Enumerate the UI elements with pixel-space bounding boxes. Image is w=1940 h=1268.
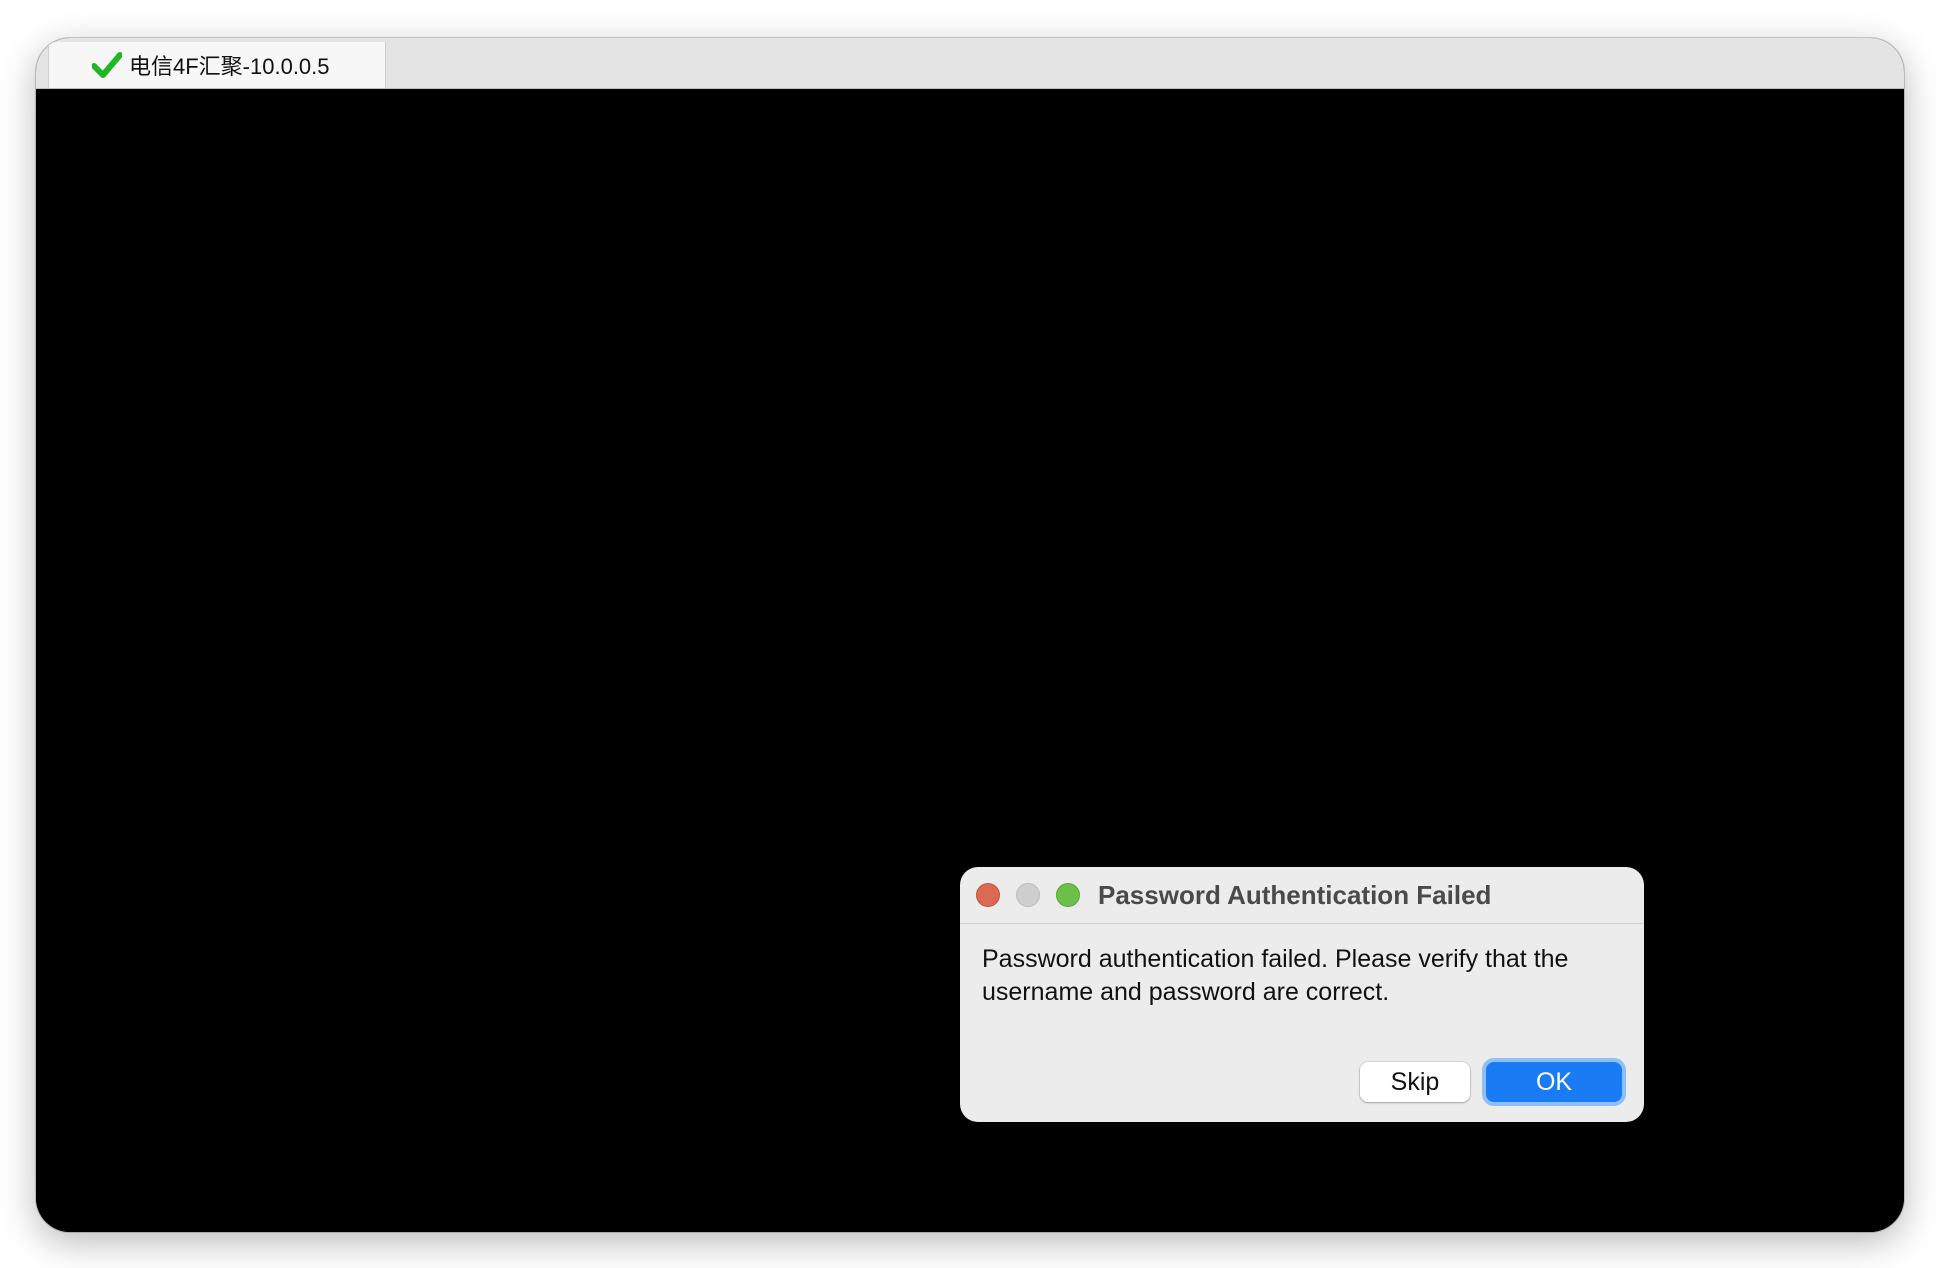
tab-title: 电信4F汇聚-10.0.0.5	[129, 54, 330, 79]
minimize-icon	[1016, 883, 1040, 907]
dialog-titlebar: Password Authentication Failed	[960, 867, 1644, 924]
tab-bar: 电信4F汇聚-10.0.0.5	[36, 38, 1904, 89]
dialog-message: Password authentication failed. Please v…	[982, 945, 1569, 1006]
checkmark-icon	[91, 51, 123, 79]
ok-button[interactable]: OK	[1486, 1062, 1622, 1102]
auth-failed-dialog: Password Authentication Failed Password …	[960, 867, 1644, 1122]
close-icon[interactable]	[976, 883, 1000, 907]
skip-button[interactable]: Skip	[1360, 1062, 1470, 1102]
dialog-title: Password Authentication Failed	[1098, 879, 1492, 910]
terminal-window: 电信4F汇聚-10.0.0.5 Password Authentication …	[36, 38, 1904, 1232]
zoom-icon[interactable]	[1056, 883, 1080, 907]
session-tab[interactable]: 电信4F汇聚-10.0.0.5	[48, 42, 386, 88]
